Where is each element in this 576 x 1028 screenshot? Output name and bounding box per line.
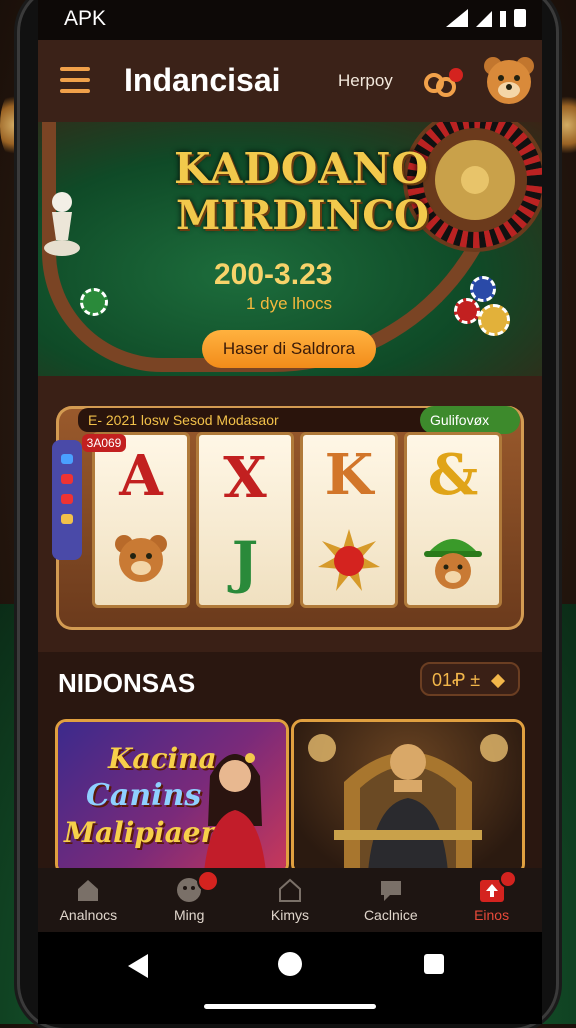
chip-icon [478, 304, 510, 336]
banner-cta-button[interactable]: Haser di Saldrora [202, 330, 376, 368]
tab-ming[interactable]: Ming [139, 868, 240, 932]
promo-banner[interactable]: KADOANO MIRDINCO 200-3.23 1 dye lhocs Ha… [38, 122, 542, 376]
banner-title-line1: KADOANO [174, 144, 429, 193]
sun-icon [318, 529, 380, 591]
game-card-dealer[interactable] [294, 722, 522, 872]
notification-badge [499, 870, 518, 888]
reel-symbol: J [231, 529, 259, 596]
dealer-throne-icon [308, 734, 508, 872]
system-nav-bar [38, 932, 542, 1024]
house-outline-icon [278, 878, 301, 902]
signal-bar-icon [500, 11, 506, 27]
dot-icon [61, 494, 73, 504]
bear-hat-icon [424, 539, 482, 589]
back-icon[interactable] [128, 954, 148, 978]
wifi-icon [446, 9, 468, 27]
slot-badge: 3A069 [82, 434, 126, 452]
slot-reels: A X J K & [92, 432, 502, 608]
banner-title-line2: MIRDINCO [176, 192, 429, 239]
chess-pawn-icon [44, 192, 80, 256]
home-indicator[interactable] [204, 1004, 376, 1009]
app-bar: Indancisai Herpoy [38, 40, 542, 122]
slot-reel: K [300, 432, 398, 608]
menu-icon[interactable] [60, 67, 90, 93]
app-title: Indancisai [124, 62, 281, 98]
coins-icon[interactable] [420, 65, 466, 97]
tab-caclnice[interactable]: Caclnice [340, 868, 441, 932]
tab-analnocs[interactable]: Analnocs [38, 868, 139, 932]
crown-icon [61, 514, 73, 524]
tab-label: Kimys [270, 907, 310, 923]
tab-label: Caclnice [363, 907, 418, 923]
notification-badge [196, 870, 219, 892]
app-subtitle: Herpoy [338, 71, 393, 90]
tab-label: Einos [474, 907, 510, 923]
slot-header-button[interactable]: Gulifovøx [420, 406, 520, 434]
game-card-kacina[interactable]: Kacina Canins Malipiaem [58, 722, 286, 872]
signal-icon [476, 11, 492, 27]
chip-icon [80, 288, 108, 316]
slot-reel: X J [196, 432, 294, 608]
reel-symbol: K [324, 442, 374, 508]
bottom-tab-bar: Analnocs Ming Kimys Caclnice Einos [38, 868, 542, 932]
card-title-line2: Canins [86, 778, 202, 813]
recents-icon[interactable] [424, 954, 444, 974]
slot-machine-section: E- 2021 losw Sesod Modasaor Gulifovøx A … [38, 376, 542, 652]
status-label: APK [64, 7, 107, 30]
home-icon [78, 880, 99, 901]
battery-icon [514, 9, 526, 27]
diamond-icon [491, 673, 506, 689]
section-control[interactable]: 01Ꝓ ± [420, 662, 520, 696]
tab-label: Ming [174, 907, 205, 923]
slot-side-panel[interactable] [52, 440, 82, 560]
chat-icon [380, 881, 401, 901]
avatar[interactable] [481, 52, 537, 108]
section-control-label: 01Ꝓ ± [432, 670, 481, 690]
slot-reel: & [404, 432, 502, 608]
tab-kimys[interactable]: Kimys [240, 868, 341, 932]
status-icons [446, 9, 526, 27]
banner-subtitle: 1 dye lhocs [246, 294, 332, 313]
phone-screen: APK Indancisai Herpoy KADOANO MIRDINCO 2… [38, 0, 542, 1024]
chip-icon [470, 276, 496, 302]
slot-header: E- 2021 losw Sesod Modasaor [78, 408, 458, 432]
reel-symbol: & [427, 442, 479, 508]
chip-icon [454, 298, 480, 324]
bear-icon [115, 535, 167, 582]
banner-date: 200-3.23 [214, 258, 333, 291]
home-button-icon[interactable] [278, 952, 302, 976]
tab-einos[interactable]: Einos [441, 868, 542, 932]
reel-symbol: A [119, 443, 163, 509]
reel-symbol: X [223, 444, 267, 511]
woman-figure-icon [204, 753, 266, 872]
status-bar: APK [38, 0, 542, 40]
tab-label: Analnocs [59, 907, 118, 923]
dot-icon [61, 474, 73, 484]
drop-icon [61, 454, 73, 464]
section-title: NIDONSAS [58, 668, 196, 698]
slot-reel: A [92, 432, 190, 608]
